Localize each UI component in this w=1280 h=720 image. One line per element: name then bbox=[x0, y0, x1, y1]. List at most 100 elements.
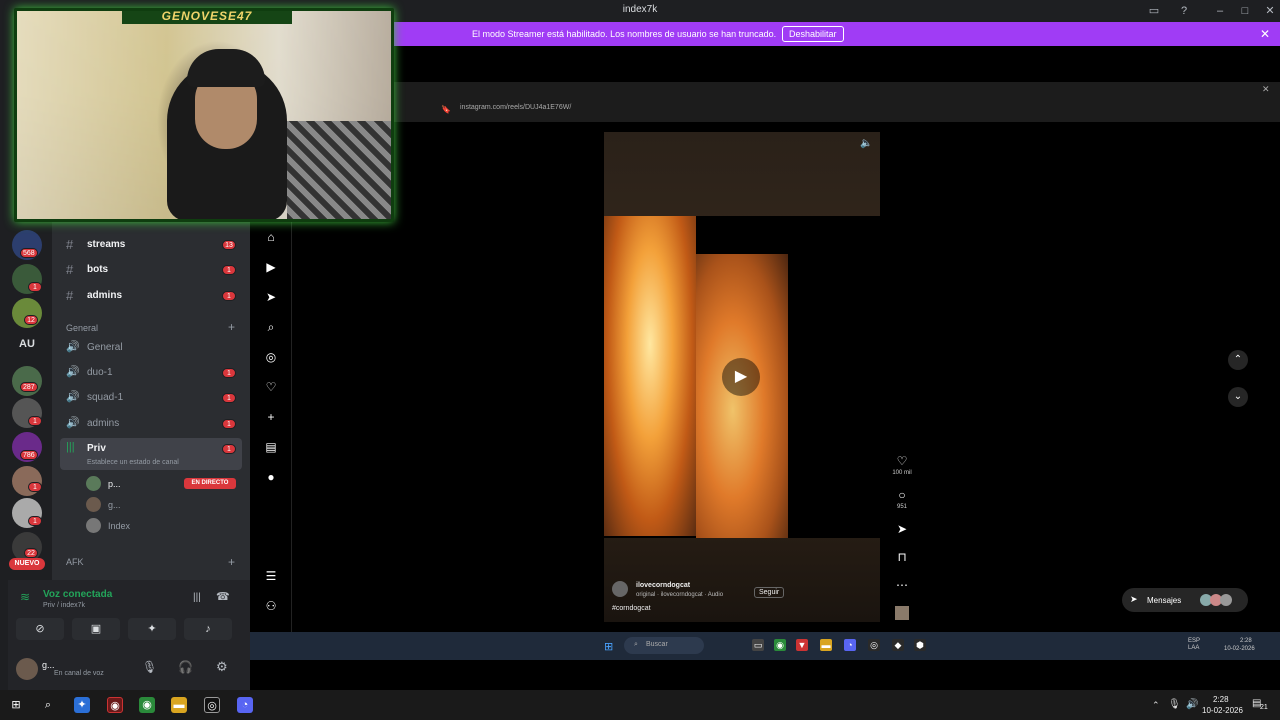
voice-user[interactable]: g... bbox=[86, 496, 246, 514]
minimize-button[interactable]: – bbox=[1212, 3, 1228, 19]
add-channel-icon[interactable]: + bbox=[228, 555, 235, 569]
voice-channel-admins[interactable]: 🔊 admins 1 bbox=[60, 413, 242, 435]
category-general[interactable]: General bbox=[66, 323, 98, 333]
maximize-button[interactable]: □ bbox=[1237, 3, 1253, 19]
voice-channel-squad[interactable]: 🔊 squad-1 1 bbox=[60, 387, 242, 409]
brave-icon[interactable]: ▼ bbox=[796, 639, 808, 651]
voice-channel-priv[interactable]: ||| Priv 1 Establece un estado de canal bbox=[60, 438, 242, 470]
search-icon[interactable]: ⌕ bbox=[264, 320, 278, 334]
channel-label: streams bbox=[87, 239, 126, 250]
menu-icon[interactable]: ☰ bbox=[264, 569, 278, 583]
signal-icon: ≋ bbox=[20, 590, 31, 604]
tray-chevron-icon[interactable]: ⌃ bbox=[1152, 700, 1160, 711]
channel-badge: 1 bbox=[222, 291, 236, 301]
voice-status[interactable]: Voz conectada bbox=[43, 589, 112, 600]
share-icon[interactable]: ➤ bbox=[894, 522, 910, 536]
create-icon[interactable]: + bbox=[264, 410, 278, 424]
app-icon[interactable]: ◎ bbox=[204, 697, 220, 713]
notifications-icon[interactable]: ♡ bbox=[264, 380, 278, 394]
copilot-icon[interactable]: ✦ bbox=[74, 697, 90, 713]
microphone-icon[interactable]: 🎙 bbox=[142, 660, 157, 674]
audio-thumbnail[interactable] bbox=[895, 606, 909, 620]
task-view-icon[interactable]: ▭ bbox=[752, 639, 764, 651]
video-frame bbox=[696, 254, 788, 538]
clock-date[interactable]: 10-02-2026 bbox=[1202, 706, 1243, 715]
chrome-icon[interactable]: ◉ bbox=[774, 639, 786, 651]
obs-icon[interactable]: ◉ bbox=[107, 697, 123, 713]
next-reel-button[interactable]: ⌄ bbox=[1228, 387, 1248, 407]
add-channel-icon[interactable]: + bbox=[228, 320, 235, 334]
messages-button[interactable]: ➤ Mensajes bbox=[1122, 588, 1248, 612]
server-au-label[interactable]: AU bbox=[19, 338, 35, 350]
follow-button[interactable]: Seguir bbox=[754, 587, 785, 598]
streamer-mode-banner: El modo Streamer está habilitado. Los no… bbox=[388, 22, 1280, 46]
close-icon[interactable]: ✕ bbox=[1260, 27, 1270, 41]
webcam-overlay: GENOVESE47 bbox=[14, 8, 394, 222]
disconnect-icon[interactable]: ☎ bbox=[216, 590, 230, 603]
channel-streams[interactable]: # streams 13 bbox=[60, 234, 242, 256]
dashboard-icon[interactable]: ▤ bbox=[264, 440, 278, 454]
meta-icon[interactable]: ⚇ bbox=[264, 599, 278, 613]
soundboard-button[interactable]: ♪ bbox=[184, 618, 232, 640]
clock-time[interactable]: 2:28 bbox=[1213, 695, 1229, 704]
reel-hashtag[interactable]: #corndogcat bbox=[612, 605, 651, 612]
search-icon[interactable]: ⌕ bbox=[40, 697, 56, 713]
noise-suppression-icon[interactable]: ||| bbox=[193, 592, 201, 603]
disable-streamer-mode-button[interactable]: Deshabilitar bbox=[782, 26, 844, 42]
comment-icon[interactable]: ○ bbox=[894, 488, 910, 502]
voice-location[interactable]: Priv / index7k bbox=[43, 602, 85, 609]
chrome-icon[interactable]: ◉ bbox=[139, 697, 155, 713]
avatar[interactable] bbox=[612, 581, 628, 597]
settings-gear-icon[interactable]: ⚙ bbox=[216, 659, 228, 675]
folder-icon[interactable]: ▬ bbox=[820, 639, 832, 651]
close-window-button[interactable]: ✕ bbox=[1262, 3, 1278, 19]
screen-share-button[interactable]: ▣ bbox=[72, 618, 120, 640]
help-icon[interactable]: ? bbox=[1176, 3, 1192, 19]
windows-start-icon[interactable]: ⊞ bbox=[604, 640, 613, 653]
category-afk[interactable]: AFK bbox=[66, 557, 84, 567]
user-status: En canal de voz bbox=[54, 670, 104, 677]
volume-icon[interactable]: 🔊 bbox=[1186, 699, 1198, 710]
profile-icon[interactable]: ● bbox=[264, 470, 278, 484]
channel-label: squad-1 bbox=[87, 392, 124, 403]
direct-icon[interactable]: ➤ bbox=[264, 290, 278, 304]
microphone-icon[interactable]: 🎙 bbox=[1168, 699, 1181, 710]
new-server-badge[interactable]: NUEVO bbox=[9, 558, 45, 570]
save-icon[interactable]: ⊓ bbox=[894, 550, 910, 564]
like-icon[interactable]: ♡ bbox=[894, 454, 910, 468]
address-bar[interactable]: instagram.com/reels/DUJ4a1E76W/ bbox=[460, 104, 700, 118]
app-icon[interactable]: ⬢ bbox=[914, 639, 926, 651]
channel-bots[interactable]: # bots 1 bbox=[60, 259, 242, 281]
folder-icon[interactable]: ▬ bbox=[171, 697, 187, 713]
camera-off-button[interactable]: ⊘ bbox=[16, 618, 64, 640]
app-icon[interactable]: ◆ bbox=[892, 639, 904, 651]
banner-message: El modo Streamer está habilitado. Los no… bbox=[472, 29, 777, 39]
windows-start-icon[interactable]: ⊞ bbox=[8, 697, 24, 713]
channel-status[interactable]: Establece un estado de canal bbox=[87, 459, 179, 466]
bookmark-icon[interactable]: 🔖 bbox=[441, 105, 451, 114]
headphones-icon[interactable]: 🎧 bbox=[178, 660, 193, 674]
screen-share-icon[interactable]: ▭ bbox=[1146, 3, 1162, 19]
home-icon[interactable]: ⌂ bbox=[264, 230, 278, 244]
avatar[interactable] bbox=[16, 658, 38, 680]
voice-channel-duo[interactable]: 🔊 duo-1 1 bbox=[60, 362, 242, 384]
browser-close-icon[interactable]: ✕ bbox=[1262, 84, 1270, 95]
discord-icon[interactable]: ◔ bbox=[237, 697, 253, 713]
reels-icon[interactable]: ▶ bbox=[264, 260, 278, 274]
channel-admins[interactable]: # admins 1 bbox=[60, 285, 242, 307]
reel-username[interactable]: ilovecorndogcat bbox=[636, 582, 690, 589]
voice-user[interactable]: Index bbox=[86, 517, 246, 535]
voice-channel-general[interactable]: 🔊 General bbox=[60, 337, 242, 359]
more-icon[interactable]: ⋯ bbox=[894, 578, 910, 592]
explore-icon[interactable]: ◎ bbox=[264, 350, 278, 364]
discord-icon[interactable]: ◔ bbox=[844, 639, 856, 651]
mute-icon[interactable]: 🔈 bbox=[860, 138, 872, 149]
app-icon[interactable]: ◎ bbox=[868, 639, 880, 651]
voice-user-name: p... bbox=[108, 479, 121, 489]
previous-reel-button[interactable]: ⌃ bbox=[1228, 350, 1248, 370]
taskbar-search[interactable]: ⌕ Buscar bbox=[624, 637, 704, 654]
language-indicator[interactable]: ESP LAA bbox=[1188, 638, 1200, 652]
reel-audio[interactable]: original · ilovecorndogcat · Audio bbox=[636, 592, 723, 598]
play-icon[interactable]: ▶ bbox=[722, 358, 760, 396]
activities-button[interactable]: ✦ bbox=[128, 618, 176, 640]
